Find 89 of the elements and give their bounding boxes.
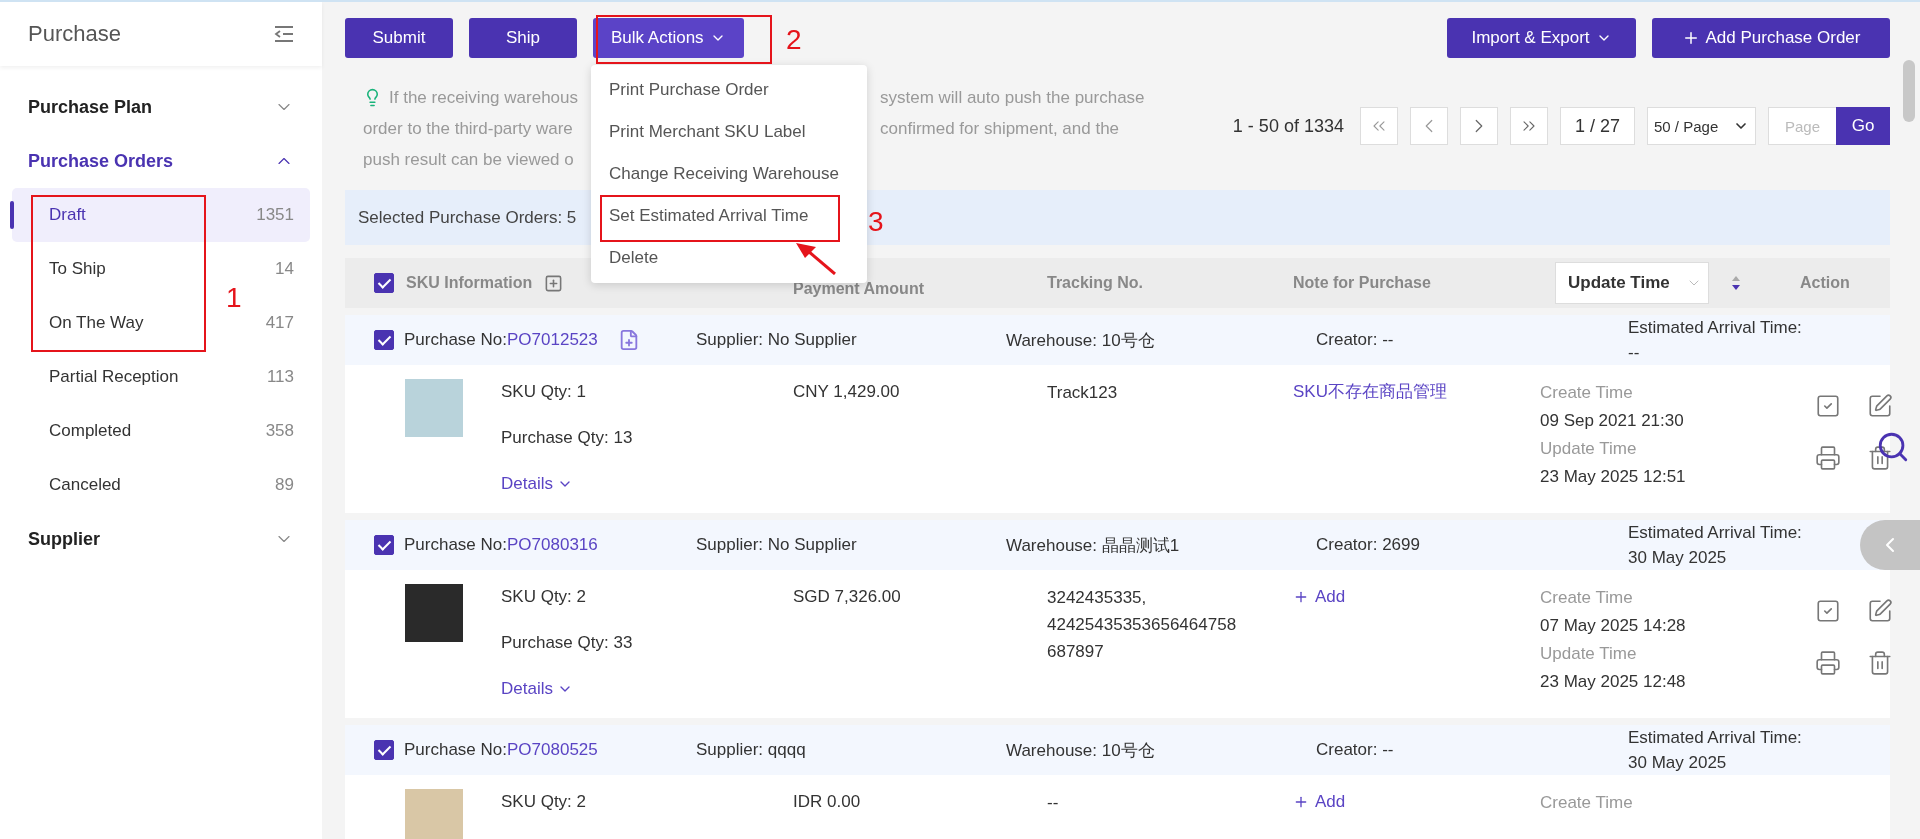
details-link[interactable]: Details (501, 676, 633, 702)
tracking-number: -- (1047, 792, 1060, 814)
menu-option[interactable]: Change Receiving Warehouse (607, 159, 841, 189)
menu-item-count: 417 (265, 313, 294, 333)
menu-item-count: 89 (275, 475, 294, 495)
step-number: 3 (868, 208, 884, 236)
time-label: Update Time (1540, 438, 1638, 460)
column-header: Payment Amount (793, 280, 924, 298)
page-input-field[interactable]: Page (1768, 107, 1836, 145)
payment-amount: CNY 1,429.00 (793, 381, 901, 403)
column-header: Note for Purchase (1293, 274, 1431, 292)
action-button[interactable]: Submit (345, 18, 453, 58)
time-label: Create Time (1540, 587, 1634, 609)
time-value: 09 Sep 2021 21:30 (1540, 410, 1685, 432)
time-label: Create Time (1540, 382, 1634, 404)
estimated-arrival-text: Estimated Arrival Time: 30 May 2025 (1628, 727, 1803, 774)
hint-text: push result can be viewed o (363, 149, 574, 171)
tracking-number: Track123 (1047, 382, 1119, 404)
purchase-number-link[interactable]: PO7080316 (507, 535, 598, 554)
purchase-number: Purchase No:PO7080525 (404, 740, 598, 760)
hint-text: If the receiving warehous (389, 87, 578, 109)
payment-amount: SGD 7,326.00 (793, 586, 902, 608)
menu-item[interactable]: Completed (49, 421, 132, 441)
sku-quantity: SKU Qty: 1 (501, 381, 588, 403)
menu-item[interactable]: Canceled (49, 475, 121, 495)
purchase-quantity: Purchase Qty: 13 (501, 427, 633, 449)
menu-item[interactable]: To Ship (49, 259, 106, 279)
supplier-text: Supplier: No Supplier (696, 535, 857, 555)
time-label: Create Time (1540, 792, 1634, 814)
purchase-number: Purchase No:PO7080316 (404, 535, 598, 555)
purchase-quantity: Purchase Qty: 33 (501, 632, 633, 654)
menu-option[interactable]: Print Purchase Order (607, 75, 771, 105)
purchase-number-link[interactable]: PO7012523 (507, 330, 598, 349)
add-note-link[interactable]: Add (1293, 584, 1346, 610)
menu-item-count: 358 (265, 421, 294, 441)
hint-text: confirmed for shipment, and the (880, 118, 1120, 140)
time-label: Update Time (1540, 643, 1638, 665)
creator-text: Creator: 2699 (1316, 535, 1420, 555)
menu-group[interactable]: Purchase Orders (0, 134, 322, 188)
estimated-arrival-text: Estimated Arrival Time: 30 May 2025 (1628, 522, 1803, 569)
creator-text: Creator: -- (1316, 740, 1394, 760)
menu-item-count: 14 (275, 259, 294, 279)
step-number: 2 (786, 26, 802, 54)
menu-item-count: 113 (266, 367, 294, 387)
hint-text: system will auto push the purchase (880, 87, 1145, 109)
supplier-text: Supplier: No Supplier (696, 330, 857, 350)
menu-option[interactable]: Set Estimated Arrival Time (607, 201, 811, 231)
column-header: SKU Information (406, 274, 533, 292)
menu-option[interactable]: Delete (607, 243, 661, 273)
add-button[interactable]: Add Purchase Order (1652, 18, 1890, 58)
purchase-number-link[interactable]: PO7080525 (507, 740, 598, 759)
estimated-arrival-text: Estimated Arrival Time: -- (1628, 317, 1803, 364)
warehouse-text: Warehouse: 10号仓 (1006, 329, 1155, 352)
time-value: 23 May 2025 12:51 (1540, 466, 1687, 488)
selection-count: Selected Purchase Orders: 5 (358, 207, 577, 228)
menu-group[interactable]: Purchase Plan (0, 80, 322, 134)
bulk-actions-button[interactable]: Bulk Actions (593, 18, 744, 58)
tracking-number: 3242435335, 42425435353656464758 687897 (1047, 587, 1238, 663)
page-indicator: 1 / 27 (1559, 107, 1635, 145)
hint-text: order to the third-party ware (363, 118, 573, 140)
step-number: 1 (226, 284, 242, 312)
page-range: 1 - 50 of 1334 (1232, 115, 1344, 137)
column-header: Action (1800, 274, 1850, 292)
sku-quantity: SKU Qty: 2 (501, 586, 588, 608)
add-note-link[interactable]: Add (1293, 789, 1346, 815)
menu-group[interactable]: Supplier (0, 512, 322, 566)
purchase-number: Purchase No:PO7012523 (404, 330, 598, 350)
details-link[interactable]: Details (501, 471, 633, 497)
menu-option[interactable]: Print Merchant SKU Label (607, 117, 808, 147)
sidebar-title: Purchase (28, 21, 121, 47)
dropdown-button[interactable]: Import & Export (1447, 18, 1636, 58)
column-header: Tracking No. (1047, 274, 1144, 292)
note-link[interactable]: SKU不存在商品管理 (1293, 382, 1447, 401)
warehouse-text: Warehouse: 晶晶测试1 (1006, 534, 1180, 557)
menu-item[interactable]: Partial Reception (49, 367, 179, 387)
menu-item-count: 1351 (256, 205, 294, 225)
creator-text: Creator: -- (1316, 330, 1394, 350)
sort-select[interactable]: Update Time (1555, 262, 1709, 304)
action-button[interactable]: Ship (469, 18, 577, 58)
time-value: 07 May 2025 14:28 (1540, 615, 1687, 637)
supplier-text: Supplier: qqqq (696, 740, 806, 760)
sku-quantity: SKU Qty: 2 (501, 791, 587, 813)
menu-item[interactable]: Draft (49, 205, 86, 225)
payment-amount: IDR 0.00 (793, 791, 862, 813)
menu-item[interactable]: On The Way (49, 313, 144, 333)
page-size-select[interactable]: 50 / Page (1647, 107, 1756, 145)
time-value: 23 May 2025 12:48 (1540, 671, 1687, 693)
warehouse-text: Warehouse: 10号仓 (1006, 739, 1155, 762)
go-button[interactable]: Go (1836, 107, 1890, 145)
